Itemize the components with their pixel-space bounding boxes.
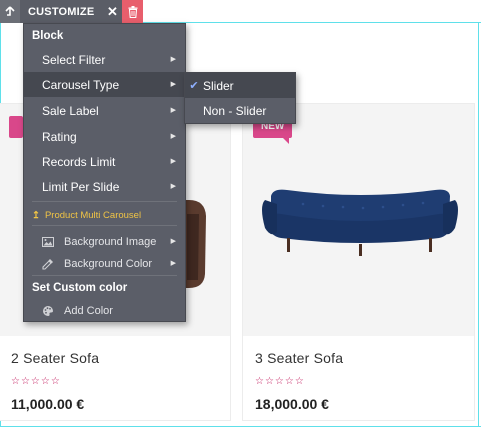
eyedropper-icon bbox=[42, 258, 64, 270]
product-price: 11,000.00 € bbox=[11, 396, 85, 412]
menu-item-label: Records Limit bbox=[42, 154, 116, 169]
menu-divider bbox=[32, 225, 177, 226]
menu-item-label: Rating bbox=[42, 129, 77, 144]
menu-item-rating[interactable]: Rating ▶ bbox=[24, 124, 185, 149]
arrow-up-icon[interactable] bbox=[0, 0, 20, 23]
menu-item-label: Background Color bbox=[64, 257, 153, 270]
parent-block-label: Product Multi Carousel bbox=[44, 210, 142, 221]
arrow-up-icon: ↥ bbox=[32, 210, 40, 221]
menu-item-carousel-type[interactable]: Carousel Type ▶ bbox=[24, 72, 185, 97]
customize-toolbar: CUSTOMIZE ✕ bbox=[0, 0, 144, 23]
chevron-right-icon: ▶ bbox=[170, 183, 176, 190]
product-price: 18,000.00 € bbox=[255, 396, 329, 412]
menu-item-label: Select Filter bbox=[42, 52, 106, 67]
star-rating: ☆☆☆☆☆ bbox=[255, 376, 305, 387]
chevron-right-icon: ▶ bbox=[170, 238, 176, 245]
star-rating: ☆☆☆☆☆ bbox=[11, 376, 61, 387]
menu-item-label: Sale Label bbox=[42, 103, 99, 118]
close-icon[interactable]: ✕ bbox=[102, 0, 122, 23]
menu-item-limit-per-slide[interactable]: Limit Per Slide ▶ bbox=[24, 174, 185, 199]
sofa-image bbox=[262, 189, 458, 256]
custom-color-heading: Set Custom color bbox=[32, 282, 128, 294]
menu-item-label: Carousel Type bbox=[42, 77, 120, 92]
menu-item-sale-label[interactable]: Sale Label ▶ bbox=[24, 98, 185, 123]
menu-item-label: Background Image bbox=[64, 235, 157, 248]
product-card[interactable]: NEW 3 Seater Sofa ☆☆☆☆☆ 18,000.00 € bbox=[242, 103, 475, 421]
selection-outline-right bbox=[478, 22, 479, 427]
checkmark-icon: ✔ bbox=[189, 80, 199, 92]
menu-divider bbox=[32, 201, 177, 202]
menu-item-select-filter[interactable]: Select Filter ▶ bbox=[24, 47, 185, 72]
palette-icon bbox=[42, 305, 64, 317]
menu-item-background-color[interactable]: Background Color ▶ bbox=[24, 251, 185, 276]
block-heading: Block bbox=[32, 30, 64, 42]
chevron-right-icon: ▶ bbox=[170, 158, 176, 165]
menu-divider bbox=[32, 275, 177, 276]
parent-block-link[interactable]: ↥ Product Multi Carousel bbox=[32, 210, 141, 221]
carousel-type-submenu: ✔ Slider Non - Slider bbox=[184, 72, 296, 124]
submenu-item-label: Slider bbox=[203, 78, 234, 93]
menu-item-label: Add Color bbox=[64, 304, 113, 317]
chevron-right-icon: ▶ bbox=[170, 133, 176, 140]
selection-outline-bottom bbox=[0, 426, 481, 427]
menu-item-records-limit[interactable]: Records Limit ▶ bbox=[24, 149, 185, 174]
customize-menu: Block Select Filter ▶ Carousel Type ▶ Sa… bbox=[23, 23, 186, 322]
submenu-item-non-slider[interactable]: Non - Slider bbox=[185, 98, 295, 123]
product-name[interactable]: 3 Seater Sofa bbox=[255, 350, 343, 366]
image-icon bbox=[42, 236, 64, 247]
menu-item-add-color[interactable]: Add Color bbox=[24, 298, 185, 323]
chevron-right-icon: ▶ bbox=[170, 107, 176, 114]
chevron-right-icon: ▶ bbox=[170, 81, 176, 88]
chevron-right-icon: ▶ bbox=[170, 260, 176, 267]
chevron-right-icon: ▶ bbox=[170, 56, 176, 63]
product-image-area[interactable]: NEW bbox=[243, 104, 474, 336]
trash-icon[interactable] bbox=[122, 0, 144, 23]
product-name[interactable]: 2 Seater Sofa bbox=[11, 350, 99, 366]
menu-item-label: Limit Per Slide bbox=[42, 179, 120, 194]
submenu-item-label: Non - Slider bbox=[203, 103, 267, 118]
submenu-item-slider[interactable]: ✔ Slider bbox=[185, 73, 295, 98]
customize-button[interactable]: CUSTOMIZE bbox=[20, 0, 102, 23]
